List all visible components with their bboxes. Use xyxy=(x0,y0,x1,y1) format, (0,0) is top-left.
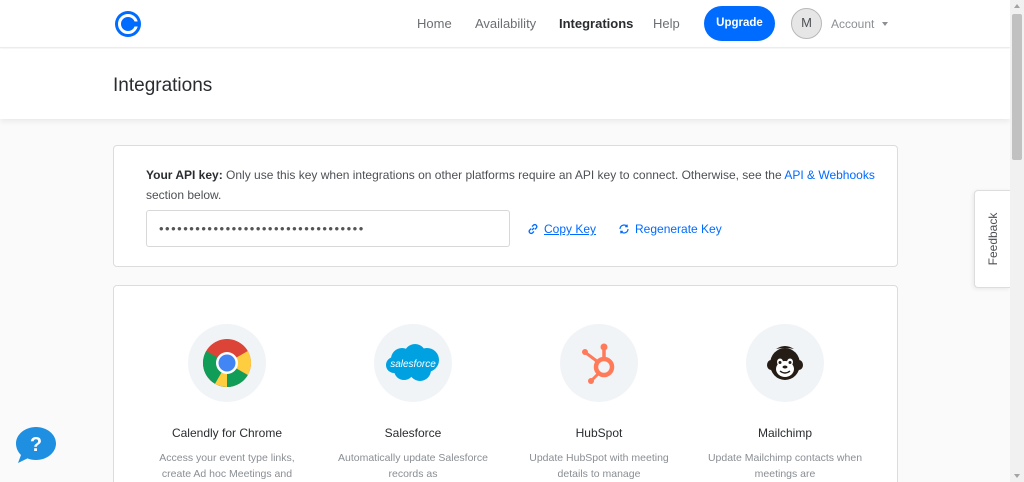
upgrade-button[interactable]: Upgrade xyxy=(704,6,775,41)
api-key-text-end: section below. xyxy=(146,187,222,202)
salesforce-icon: salesforce xyxy=(386,344,439,381)
copy-key-button[interactable]: Copy Key xyxy=(527,222,596,236)
regenerate-key-button[interactable]: Regenerate Key xyxy=(618,222,722,236)
account-menu[interactable]: Account xyxy=(831,17,874,31)
refresh-icon xyxy=(619,224,629,234)
integration-description: Update HubSpot with meeting details to m… xyxy=(529,452,669,480)
chevron-down-icon[interactable] xyxy=(882,22,888,26)
avatar[interactable]: M xyxy=(791,8,822,39)
integration-icon-circle xyxy=(188,324,266,402)
api-key-card: Your API key: Only use this key when int… xyxy=(113,145,898,267)
feedback-tab[interactable]: Feedback xyxy=(974,190,1010,288)
integration-icon-circle xyxy=(560,324,638,402)
integration-description: Automatically update Salesforce records … xyxy=(338,452,488,480)
mailchimp-icon xyxy=(767,346,803,380)
hubspot-icon xyxy=(582,343,615,384)
scrollbar-thumb[interactable] xyxy=(1012,14,1022,160)
integration-hubspot[interactable]: HubSpot Update HubSpot with meeting deta… xyxy=(506,324,692,482)
integrations-card: Calendly for Chrome Access your event ty… xyxy=(113,285,898,482)
integration-mailchimp[interactable]: Mailchimp Update Mailchimp contacts when… xyxy=(692,324,878,482)
copy-key-label: Copy Key xyxy=(544,222,597,236)
api-webhooks-link[interactable]: API & Webhooks xyxy=(784,168,875,182)
scroll-up-arrow-icon[interactable] xyxy=(1014,4,1020,8)
integration-name: Calendly for Chrome xyxy=(171,426,283,440)
integration-name: Salesforce xyxy=(384,426,442,440)
nav-link-help[interactable]: Help xyxy=(653,16,680,31)
question-mark-icon: ? xyxy=(30,434,42,456)
top-navigation: Home Availability Integrations Help Upgr… xyxy=(0,0,1010,48)
nav-link-home[interactable]: Home xyxy=(417,16,452,31)
integration-name: HubSpot xyxy=(575,426,623,440)
link-icon xyxy=(528,223,538,235)
api-key-description: Your API key: Only use this key when int… xyxy=(146,166,876,205)
chrome-icon xyxy=(202,339,252,388)
integration-description: Update Mailchimp contacts when meetings … xyxy=(707,452,863,480)
integration-salesforce[interactable]: salesforce Salesforce Automatically upda… xyxy=(320,324,506,482)
feedback-label: Feedback xyxy=(985,212,1000,266)
api-key-label: Your API key: xyxy=(146,168,223,182)
integration-name: Mailchimp xyxy=(757,426,812,440)
integration-icon-circle: salesforce xyxy=(374,324,452,402)
nav-link-integrations[interactable]: Integrations xyxy=(559,16,633,31)
scroll-down-arrow-icon[interactable] xyxy=(1014,474,1020,478)
page-header: Integrations xyxy=(0,49,1010,119)
regenerate-key-label: Regenerate Key xyxy=(635,222,722,236)
nav-link-availability[interactable]: Availability xyxy=(475,16,536,31)
integration-icon-circle xyxy=(746,324,824,402)
scrollbar[interactable] xyxy=(1010,0,1024,482)
salesforce-logo-text: salesforce xyxy=(390,359,436,370)
help-chat-button[interactable]: ? xyxy=(15,426,57,464)
api-key-field[interactable]: •••••••••••••••••••••••••••••••••• xyxy=(146,210,510,247)
integration-description: Access your event type links, create Ad … xyxy=(159,452,295,480)
page-title: Integrations xyxy=(113,75,213,96)
integration-chrome[interactable]: Calendly for Chrome Access your event ty… xyxy=(134,324,320,482)
api-key-text: Only use this key when integrations on o… xyxy=(222,168,785,182)
